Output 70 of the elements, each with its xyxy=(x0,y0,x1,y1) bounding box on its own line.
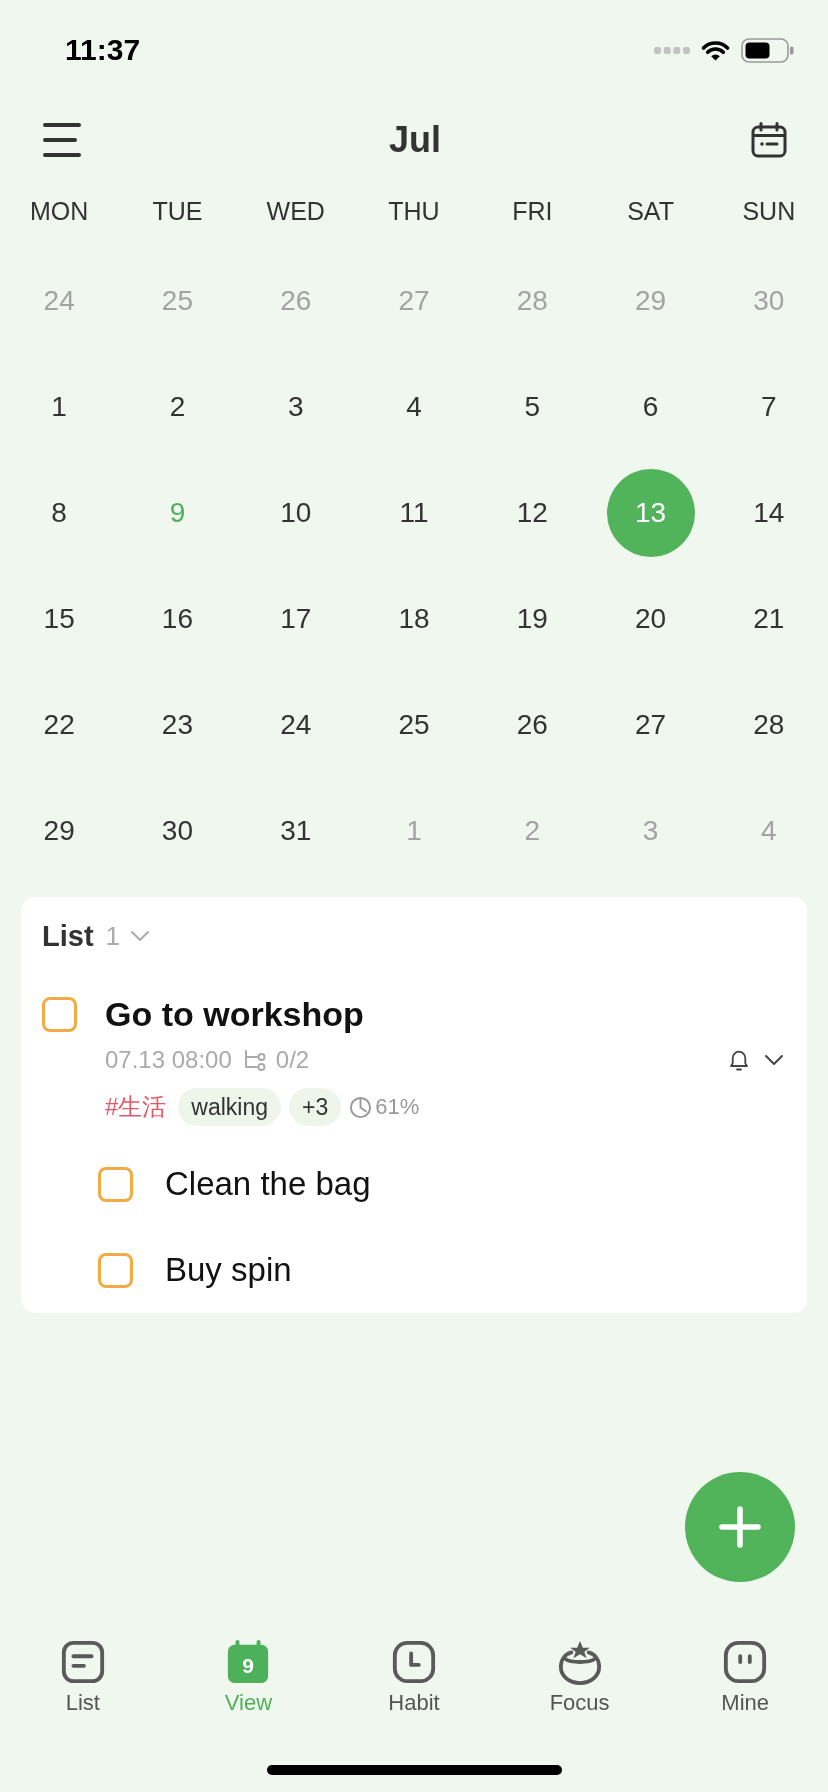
calendar-day[interactable]: 11 xyxy=(399,497,429,529)
calendar-day[interactable]: 14 xyxy=(753,497,785,529)
tomato-icon xyxy=(556,1639,603,1685)
tab[interactable]: Mine xyxy=(721,1639,770,1716)
tab[interactable]: List xyxy=(59,1639,106,1716)
task-date: 07.13 08:00 xyxy=(105,1046,232,1074)
signal-icon xyxy=(654,46,690,54)
month-title: Jul xyxy=(389,119,441,161)
calendar-day[interactable]: 16 xyxy=(161,603,193,635)
tag-chip[interactable]: walking xyxy=(178,1088,282,1126)
calendar-day[interactable]: 28 xyxy=(753,709,785,741)
calendar-day[interactable]: 4 xyxy=(406,391,422,423)
calendar-day[interactable]: 21 xyxy=(753,603,785,635)
calendar-day[interactable]: 10 xyxy=(280,497,312,529)
calendar-day[interactable]: 29 xyxy=(43,815,75,847)
hashtag-label[interactable]: #生活 xyxy=(105,1091,167,1123)
calendar-day[interactable]: 3 xyxy=(287,391,304,423)
checkbox[interactable] xyxy=(98,1252,133,1288)
calendar-day[interactable]: 17 xyxy=(280,603,312,635)
calendar-day[interactable]: 20 xyxy=(635,603,667,635)
tab[interactable]: Focus xyxy=(549,1639,610,1716)
bell-icon[interactable] xyxy=(728,1048,750,1072)
subtask-count: 0/2 xyxy=(275,1046,310,1074)
weekday-label: WED xyxy=(266,196,325,226)
weekday-label: MON xyxy=(29,196,89,226)
calendar-day[interactable]: 25 xyxy=(398,709,430,741)
task-title[interactable]: Go to workshop xyxy=(105,994,364,1034)
timer-icon xyxy=(349,1095,373,1119)
calendar-day[interactable]: 8 xyxy=(51,497,67,529)
calendar-day[interactable]: 31 xyxy=(280,815,312,847)
calendar-day[interactable]: 30 xyxy=(161,815,193,847)
weekday-label: SUN xyxy=(742,196,796,226)
calendar-day[interactable]: 27 xyxy=(635,709,667,741)
group-count: 1 xyxy=(105,920,121,952)
subtask-title[interactable]: Buy spin xyxy=(165,1251,292,1289)
calendar-day[interactable]: 24 xyxy=(280,709,312,741)
weekday-label: SAT xyxy=(627,196,674,226)
checkbox[interactable] xyxy=(42,996,77,1032)
wifi-icon xyxy=(700,39,731,61)
tab[interactable]: Habit xyxy=(388,1639,440,1716)
subtask-title[interactable]: Clean the bag xyxy=(165,1165,371,1203)
weekday-label: FRI xyxy=(512,196,553,226)
progress-percent: 61% xyxy=(375,1094,420,1120)
plus-icon xyxy=(718,1505,762,1549)
calendar-day[interactable]: 26 xyxy=(516,709,548,741)
face-icon xyxy=(722,1639,769,1685)
checkbox[interactable] xyxy=(98,1166,133,1202)
calendar-day[interactable]: 19 xyxy=(516,603,548,635)
calendar-icon[interactable] xyxy=(751,122,787,158)
weekday-label: TUE xyxy=(152,196,203,226)
weekday-label: THU xyxy=(388,196,440,226)
calendar-day[interactable]: 5 xyxy=(524,391,541,423)
group-title: List xyxy=(42,919,94,953)
subtask-icon xyxy=(242,1049,267,1071)
clock-icon xyxy=(391,1639,437,1685)
calendar-day[interactable]: 1 xyxy=(51,391,67,423)
calendar-day[interactable]: 6 xyxy=(642,391,659,423)
chevron-down-icon[interactable] xyxy=(764,1054,784,1066)
battery-icon xyxy=(741,37,794,63)
calendar-day[interactable]: 18 xyxy=(398,603,430,635)
status-time: 11:37 xyxy=(65,33,141,67)
calendar-day[interactable]: 22 xyxy=(43,709,75,741)
calendar-day[interactable]: 15 xyxy=(43,603,75,635)
calendar-day[interactable]: 23 xyxy=(161,709,193,741)
tag-chip[interactable]: +3 xyxy=(289,1088,342,1126)
calendar-day[interactable]: 12 xyxy=(516,497,548,529)
calendar-day[interactable]: 2 xyxy=(169,391,186,423)
calendar-day[interactable]: 7 xyxy=(761,391,777,423)
menu-icon[interactable] xyxy=(43,123,81,157)
list-icon xyxy=(59,1639,106,1685)
